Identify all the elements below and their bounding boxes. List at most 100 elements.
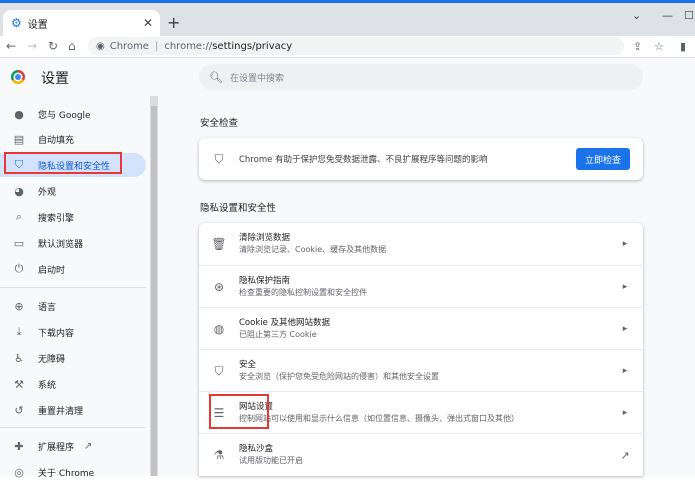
sidebar-item-default-browser[interactable]: ▭ 默认浏览器: [0, 231, 146, 255]
safety-check-card: ⛉ Chrome 有助于保护您免受数据泄露、不良扩展程序等问题的影响 立即检查: [199, 138, 643, 180]
highlight-box-sidebar: [4, 152, 122, 174]
sidebar-item-label: 自动填充: [38, 135, 75, 146]
tab-title: 设置: [27, 19, 48, 31]
forward-arrow-icon[interactable]: →: [27, 38, 37, 54]
row-subtitle: 安全浏览（保护您免受危险网站的侵害）和其他安全设置: [239, 372, 439, 381]
row-subtitle: 清除浏览记录、Cookie、缓存及其他数据: [239, 245, 387, 254]
flask-icon: ⚗: [213, 448, 225, 462]
search-icon: 🔍︎: [209, 70, 223, 84]
omnibox-separator: |: [154, 40, 159, 52]
row-subtitle: 试用版功能已开启: [239, 456, 303, 465]
download-icon: ⤓: [16, 325, 22, 338]
row-privacy-sandbox[interactable]: ⚗ 隐私沙盒 试用版功能已开启 ↗: [199, 433, 643, 476]
sidebar-scrollbar[interactable]: [150, 96, 158, 476]
shield-check-icon: ⛉: [214, 151, 224, 166]
sidebar-item-appearance[interactable]: ◕ 外观: [0, 179, 146, 203]
sidebar-item-label: 搜索引擎: [38, 213, 75, 224]
sidebar-item-label: 您与 Google: [38, 110, 91, 121]
row-texts: 安全 安全浏览（保护您免受危险网站的侵害）和其他安全设置: [239, 359, 607, 383]
sidebar-item-you-and-google[interactable]: ● 您与 Google: [0, 102, 146, 126]
row-subtitle: 已阻止第三方 Cookie: [239, 330, 317, 339]
row-privacy-guide[interactable]: ⊛ 隐私保护指南 检查重要的隐私控制设置和安全控件 ▸: [199, 265, 643, 308]
compass-icon: ⊛: [213, 280, 225, 294]
power-icon: ⏻: [14, 262, 24, 275]
safety-check-text: Chrome 有助于保护您免受数据泄露、不良扩展程序等问题的影响: [239, 155, 488, 165]
url-text: chrome://settings/privacy: [164, 41, 292, 52]
chrome-logo-icon: [11, 70, 25, 84]
row-title: Cookie 及其他网站数据: [239, 318, 331, 328]
settings-page: 设置 🔍︎ 在设置中搜索 ● 您与 Google ▤ 自动填充 ⛉ 隐私设置和安…: [0, 58, 695, 479]
trash-icon: 🗑︎: [211, 237, 227, 251]
chevron-right-icon: ▸: [622, 366, 628, 376]
accessibility-icon: ♿︎: [14, 351, 24, 365]
share-icon[interactable]: ⇪: [633, 40, 642, 53]
bookmark-star-icon[interactable]: ☆: [654, 40, 664, 53]
sidebar-item-label: 默认浏览器: [38, 239, 84, 250]
privacy-card: 🗑︎ 清除浏览数据 清除浏览记录、Cookie、缓存及其他数据 ▸ ⊛ 隐私保护…: [199, 223, 643, 476]
row-title: 隐私保护指南: [239, 276, 291, 286]
globe-icon: ⊕: [14, 299, 24, 313]
sidebar-item-label: 重置并清理: [38, 406, 84, 417]
check-now-button[interactable]: 立即检查: [575, 148, 630, 170]
sidebar-item-label: 关于 Chrome: [38, 468, 95, 479]
scrollbar-thumb[interactable]: [151, 106, 157, 476]
sidebar-item-label: 系统: [38, 380, 57, 391]
close-tab-icon[interactable]: ✕: [143, 16, 153, 30]
safety-check-row: ⛉ Chrome 有助于保护您免受数据泄露、不良扩展程序等问题的影响 立即检查: [199, 138, 643, 180]
minimize-icon[interactable]: —: [662, 9, 673, 22]
row-subtitle: 检查重要的隐私控制设置和安全控件: [239, 288, 367, 297]
new-tab-button[interactable]: +: [167, 15, 180, 31]
sidebar-item-label: 无障碍: [38, 354, 66, 365]
sidebar-item-downloads[interactable]: ⤓ 下载内容: [0, 320, 146, 344]
row-clear-browsing-data[interactable]: 🗑︎ 清除浏览数据 清除浏览记录、Cookie、缓存及其他数据 ▸: [199, 223, 643, 265]
settings-gear-icon: ⚙: [11, 16, 22, 30]
sidebar-item-reset[interactable]: ↺ 重置并清理: [0, 398, 146, 422]
safety-check-title: 安全检查: [200, 118, 239, 129]
sidebar-item-extensions[interactable]: ✚ 扩展程序 ↗: [0, 434, 146, 458]
row-cookies[interactable]: ◍ Cookie 及其他网站数据 已阻止第三方 Cookie ▸: [199, 307, 643, 350]
reload-icon[interactable]: ↻: [48, 38, 58, 54]
home-icon[interactable]: ⌂: [68, 38, 76, 54]
side-panel-icon[interactable]: ▮: [680, 40, 686, 53]
omnibox-chip: Chrome: [109, 40, 149, 52]
maximize-icon[interactable]: ☐: [684, 9, 694, 22]
row-subtitle: 控制网站可以使用和显示什么信息（如位置信息、摄像头、弹出式窗口及其他）: [239, 414, 519, 423]
sidebar-item-accessibility[interactable]: ♿︎ 无障碍: [0, 346, 146, 370]
row-title: 网站设置: [239, 402, 274, 412]
cookie-icon: ◍: [213, 322, 225, 336]
clipboard-icon: ▤: [13, 132, 25, 146]
sidebar-item-on-startup[interactable]: ⏻ 启动时: [0, 257, 146, 281]
browser-toolbar: ← → ↻ ⌂ ◉ Chrome | chrome://settings/pri…: [0, 36, 695, 58]
search-placeholder: 在设置中搜索: [229, 73, 284, 84]
row-texts: 网站设置 控制网站可以使用和显示什么信息（如位置信息、摄像头、弹出式窗口及其他）: [239, 401, 607, 425]
row-texts: Cookie 及其他网站数据 已阻止第三方 Cookie: [239, 317, 607, 341]
tab-strip: ⚙ 设置 ✕ + ⌄ — ☐: [0, 3, 695, 36]
tab-search-chevron-icon[interactable]: ⌄: [632, 9, 641, 22]
browser-icon: ▭: [13, 236, 25, 250]
external-link-icon: ↗: [620, 448, 630, 462]
chevron-right-icon: ▸: [622, 324, 628, 334]
row-title: 清除浏览数据: [239, 233, 291, 243]
shield-icon: ⛉: [214, 363, 224, 378]
chevron-right-icon: ▸: [622, 282, 628, 292]
row-texts: 隐私沙盒 试用版功能已开启: [239, 443, 607, 467]
sidebar-item-languages[interactable]: ⊕ 语言: [0, 294, 146, 318]
sidebar-divider: [0, 287, 146, 288]
sidebar-divider: [0, 427, 146, 428]
address-bar[interactable]: ◉ Chrome | chrome://settings/privacy: [88, 37, 624, 55]
row-security[interactable]: ⛉ 安全 安全浏览（保护您免受危险网站的侵害）和其他安全设置 ▸: [199, 349, 643, 392]
url-path: settings/privacy: [212, 40, 293, 52]
puzzle-icon: ✚: [14, 439, 24, 453]
sidebar-item-search-engine[interactable]: ⌕ 搜索引擎: [0, 205, 146, 229]
sidebar-item-system[interactable]: ⚒ 系统: [0, 372, 146, 396]
sidebar-item-label: 语言: [38, 302, 57, 313]
back-arrow-icon[interactable]: ←: [6, 38, 16, 54]
tab-settings[interactable]: ⚙ 设置 ✕: [3, 10, 160, 36]
row-title: 隐私沙盒: [239, 444, 274, 454]
search-icon: ⌕: [15, 210, 23, 223]
settings-search-input[interactable]: 🔍︎ 在设置中搜索: [199, 64, 643, 90]
sidebar-item-about-chrome[interactable]: ◎ 关于 Chrome: [0, 460, 146, 484]
sidebar-item-autofill[interactable]: ▤ 自动填充: [0, 127, 146, 151]
history-icon: ↺: [14, 403, 24, 417]
chrome-site-icon: ◉: [96, 40, 105, 52]
